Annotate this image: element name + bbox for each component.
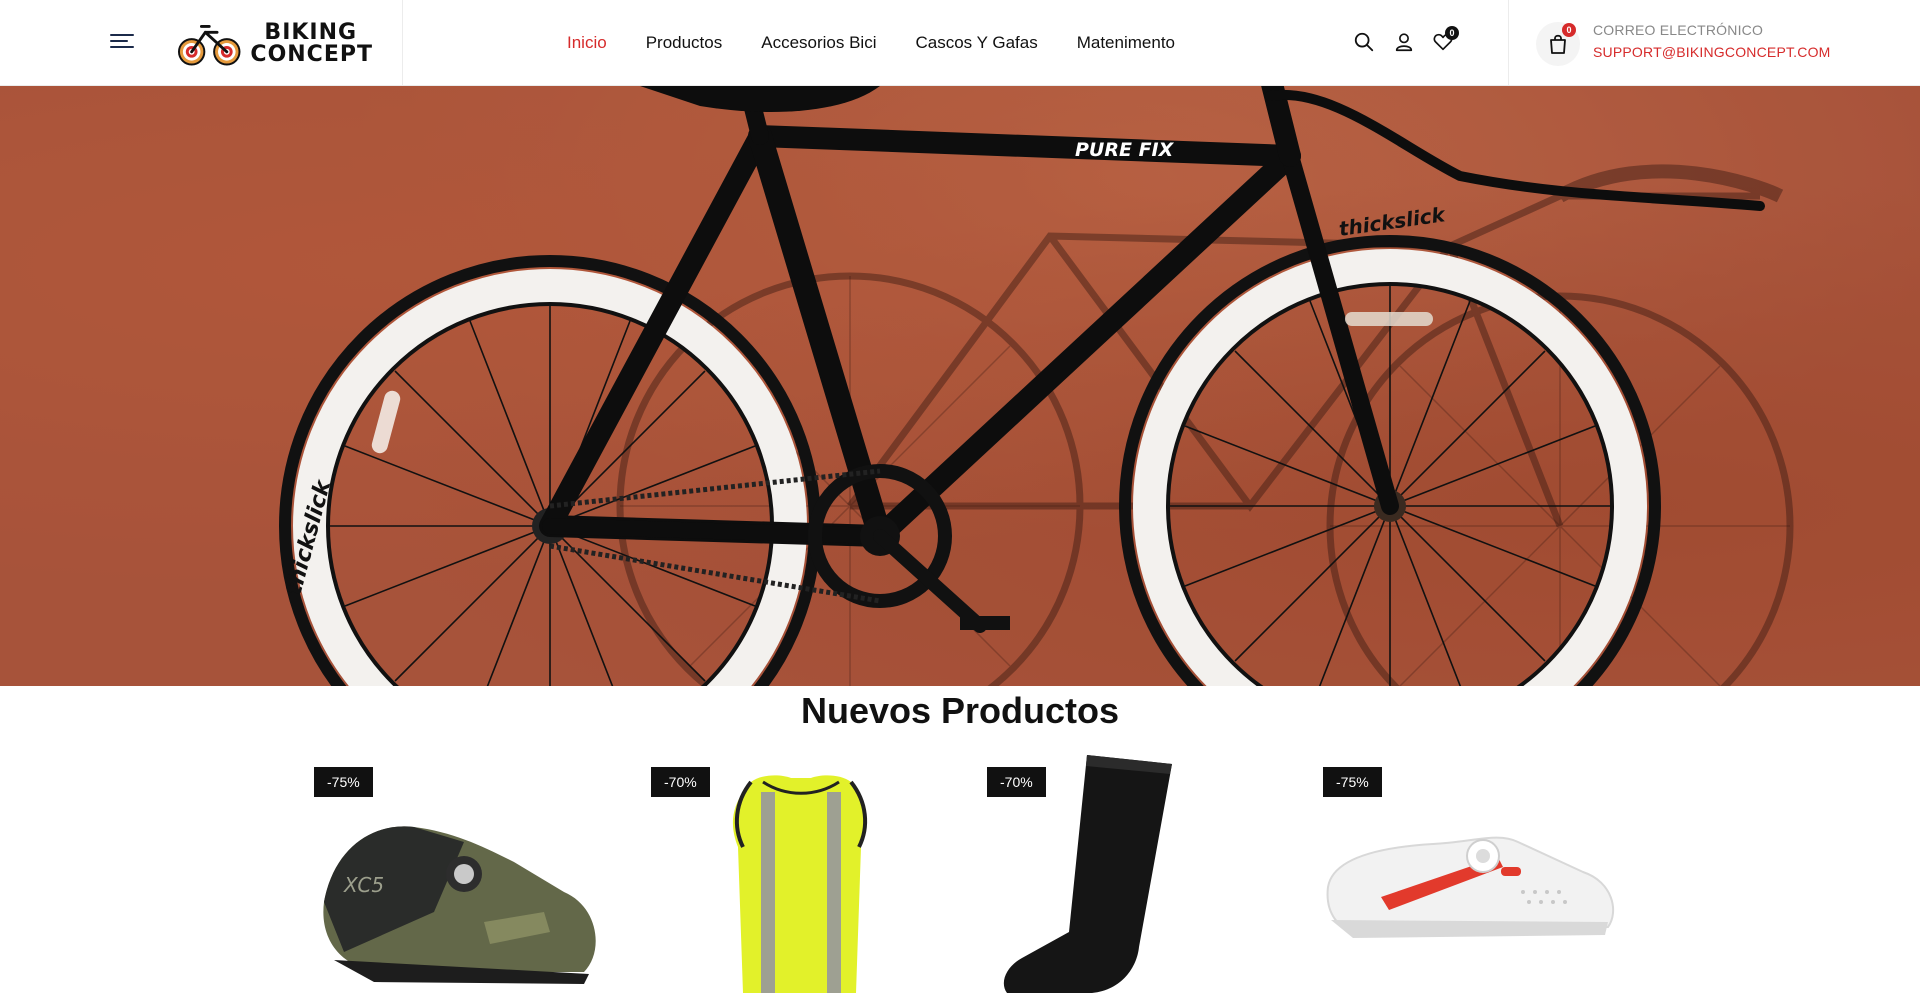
wishlist-count-badge: 0 (1445, 26, 1459, 40)
search-icon (1354, 32, 1374, 52)
main-nav: Inicio Productos Accesorios Bici Cascos … (567, 0, 1175, 86)
discount-badge: -75% (314, 767, 373, 797)
logo-line-2: CONCEPT (250, 42, 373, 67)
product-card[interactable]: -75% (1323, 752, 1623, 993)
discount-badge: -75% (1323, 767, 1382, 797)
site-header: BIKING CONCEPT Inicio Productos Accesori… (0, 0, 1920, 86)
user-icon (1395, 33, 1413, 52)
section-title-new-products: Nuevos Productos (800, 690, 1120, 731)
search-button[interactable] (1350, 28, 1378, 56)
svg-text:XC5: XC5 (343, 873, 384, 897)
contact-label: CORREO ELECTRÓNICO (1593, 22, 1764, 38)
nav-item-cascos-y-gafas[interactable]: Cascos Y Gafas (916, 33, 1038, 53)
product-card[interactable]: -75% XC5 (314, 752, 614, 993)
cart-count-badge: 0 (1562, 23, 1576, 37)
hero-banner[interactable]: PURE FIX thickslick thickslick (0, 86, 1920, 686)
product-card[interactable]: -70% (987, 752, 1287, 993)
product-card[interactable]: -70% (651, 752, 951, 993)
menu-icon[interactable] (110, 34, 134, 52)
site-logo[interactable]: BIKING CONCEPT (178, 18, 373, 70)
hero-bicycle-image: PURE FIX thickslick thickslick (0, 86, 1920, 686)
nav-item-inicio[interactable]: Inicio (567, 33, 607, 53)
discount-badge: -70% (651, 767, 710, 797)
contact-email-link[interactable]: SUPPORT@BIKINGCONCEPT.COM (1593, 44, 1831, 60)
bicycle-logo-icon (178, 24, 241, 66)
wishlist-button[interactable]: 0 (1429, 26, 1459, 56)
logo-wordmark: BIKING CONCEPT (250, 22, 373, 66)
header-divider (402, 0, 403, 86)
contact-info: CORREO ELECTRÓNICO SUPPORT@BIKINGCONCEPT… (1593, 22, 1831, 60)
nav-item-accesorios-bici[interactable]: Accesorios Bici (761, 33, 876, 53)
logo-line-1: BIKING (264, 20, 358, 45)
account-button[interactable] (1390, 28, 1418, 56)
frame-brand-text: PURE FIX (1075, 139, 1175, 161)
discount-badge: -70% (987, 767, 1046, 797)
header-divider (1508, 0, 1509, 86)
nav-item-matenimento[interactable]: Matenimento (1077, 33, 1175, 53)
cart-button[interactable]: 0 (1536, 22, 1580, 66)
nav-item-productos[interactable]: Productos (646, 33, 723, 53)
